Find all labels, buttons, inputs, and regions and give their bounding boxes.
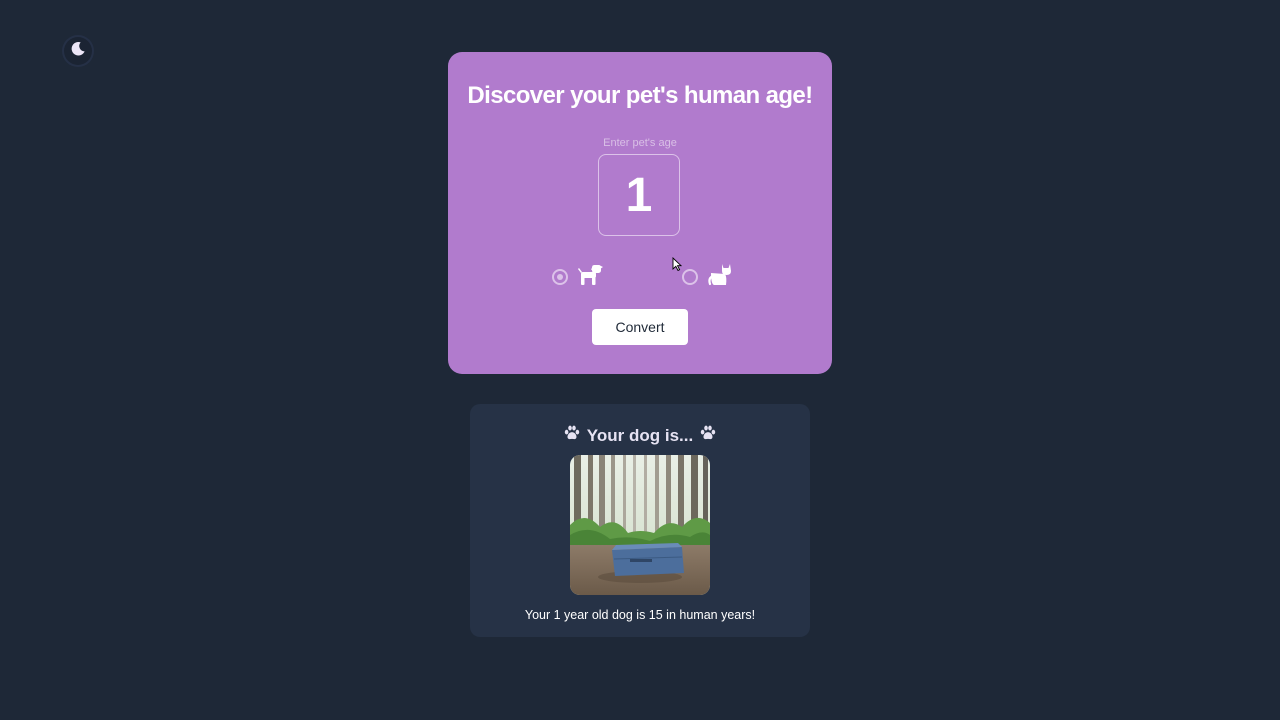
- page-title: Discover your pet's human age!: [467, 82, 813, 109]
- dog-radio[interactable]: [552, 268, 568, 285]
- moon-icon: [69, 40, 87, 63]
- converter-card: Discover your pet's human age! Enter pet…: [448, 52, 832, 374]
- result-text: Your 1 year old dog is 15 in human years…: [524, 608, 756, 622]
- result-heading-text: Your dog is...: [586, 425, 694, 445]
- paw-icon: [699, 424, 717, 447]
- age-input-label: Enter pet's age: [603, 137, 677, 149]
- result-image: [570, 455, 710, 595]
- dog-icon: [578, 262, 604, 291]
- result-card: Your dog is... Your 1 year old dog is 15…: [470, 404, 810, 637]
- cat-icon: [708, 262, 732, 291]
- cat-option[interactable]: [682, 262, 732, 291]
- convert-button[interactable]: Convert: [592, 309, 688, 345]
- result-heading: Your dog is...: [470, 424, 810, 447]
- cat-radio[interactable]: [682, 268, 698, 285]
- mouse-cursor-icon: [672, 257, 682, 271]
- pet-age-input[interactable]: [598, 154, 680, 236]
- paw-icon: [563, 424, 581, 447]
- theme-toggle-button[interactable]: [64, 37, 92, 65]
- dog-option[interactable]: [552, 262, 604, 291]
